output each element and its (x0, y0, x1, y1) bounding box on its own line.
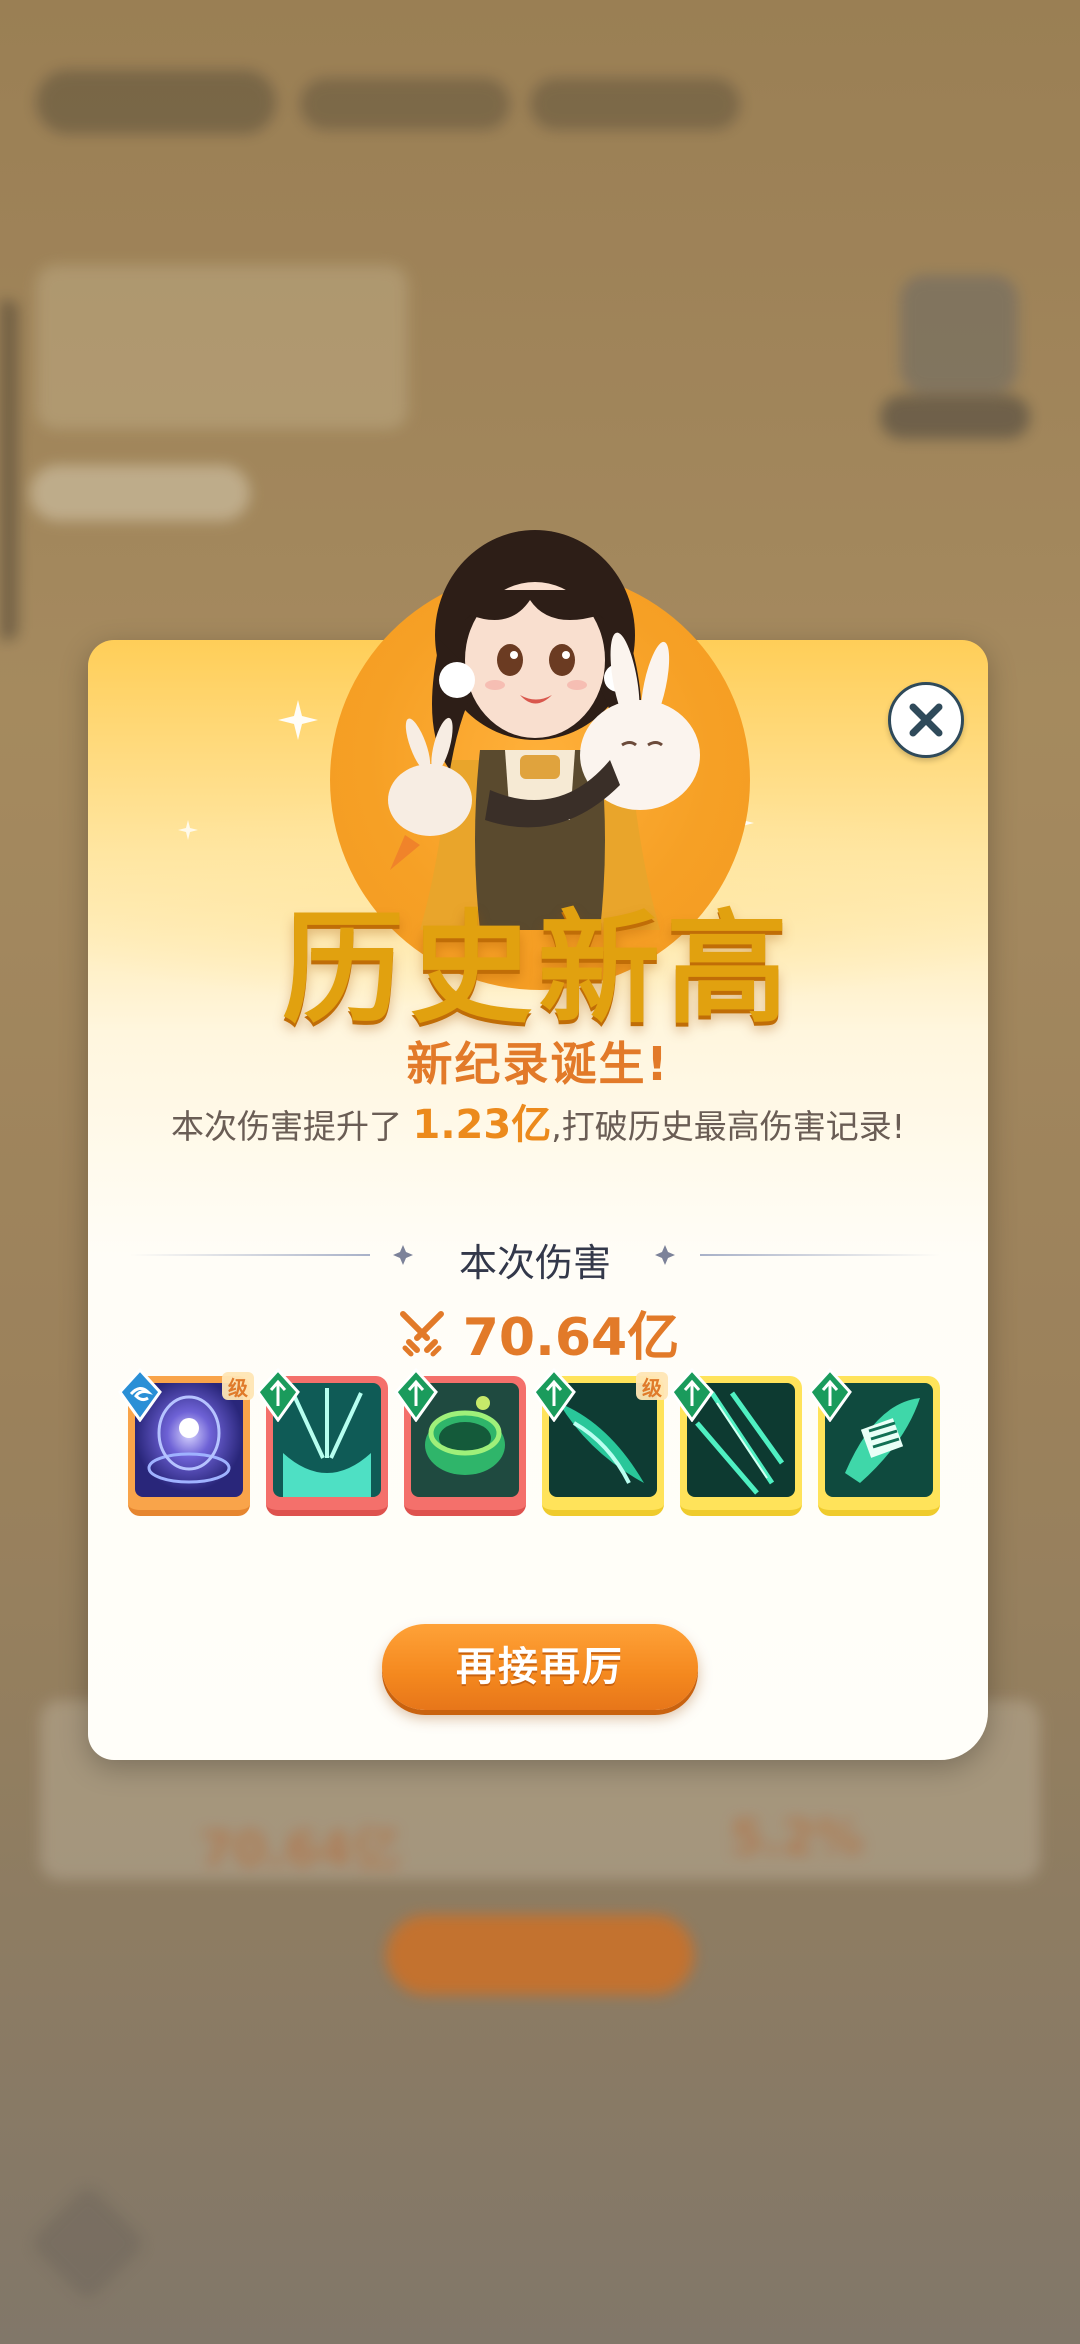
character-illustration (330, 500, 750, 990)
damage-total: 70.64亿 (88, 1295, 988, 1368)
description-suffix: ,打破历史最高伤害记录! (551, 1107, 905, 1146)
dialog-description: 本次伤害提升了 1.23亿,打破历史最高伤害记录! (88, 1092, 988, 1150)
divider (700, 1254, 940, 1256)
dialog-title: 历史新高 (282, 896, 794, 1040)
crossed-swords-icon (399, 1310, 444, 1356)
diamond-ornament-icon (655, 1245, 675, 1265)
divider (130, 1254, 370, 1256)
sparkle-icon (278, 700, 318, 740)
element-water-icon (118, 1368, 162, 1422)
skill-level-mark: 级 (222, 1372, 254, 1400)
dialog-subtitle: 新纪录诞生! (406, 1037, 670, 1091)
skill-card-6[interactable] (808, 1368, 940, 1516)
skill-card-5[interactable] (670, 1368, 802, 1516)
try-again-button[interactable]: 再接再厉 (382, 1624, 698, 1710)
element-wind-icon (670, 1368, 714, 1422)
skill-card-2[interactable] (256, 1368, 388, 1516)
try-again-label: 再接再厉 (456, 1644, 624, 1690)
element-wind-icon (808, 1368, 852, 1422)
skill-level-mark: 级 (636, 1372, 668, 1400)
character-girl-with-rabbits-icon (388, 530, 700, 930)
sparkle-icon (178, 820, 198, 840)
diamond-ornament-icon (393, 1245, 413, 1265)
element-wind-icon (394, 1368, 438, 1422)
close-icon (909, 703, 943, 737)
skill-card-4[interactable]: 级 (532, 1368, 668, 1516)
description-prefix: 本次伤害提升了 (171, 1107, 403, 1146)
skill-card-1[interactable]: 级 (118, 1368, 254, 1516)
skill-list: 级 级 (118, 1368, 943, 1521)
close-button[interactable] (888, 682, 964, 758)
section-label: 本次伤害 (458, 1241, 611, 1285)
skill-card-3[interactable] (394, 1368, 526, 1516)
section-header: 本次伤害 (130, 1230, 940, 1285)
element-wind-icon (256, 1368, 300, 1422)
damage-value: 70.64亿 (462, 1308, 680, 1368)
improvement-value: 1.23亿 (412, 1102, 552, 1148)
element-wind-icon (532, 1368, 576, 1422)
